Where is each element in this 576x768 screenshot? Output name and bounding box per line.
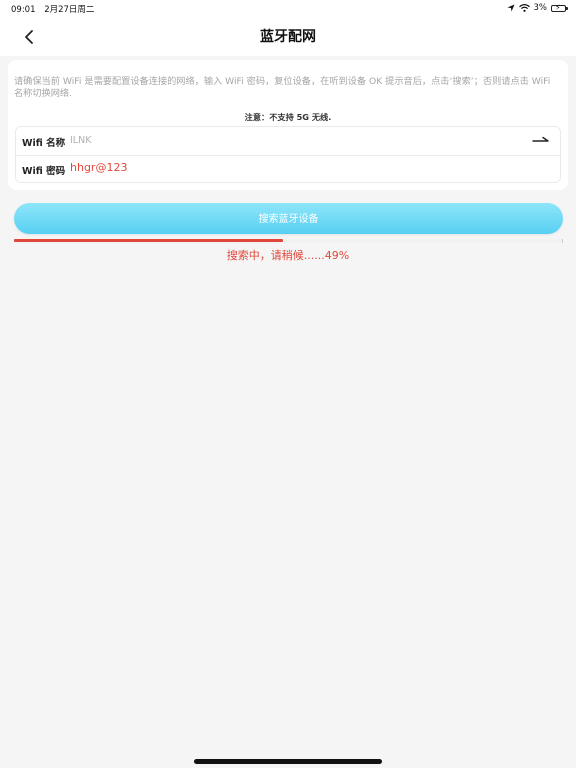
arrow-right-icon[interactable] xyxy=(532,135,550,147)
status-date: 2月27日周二 xyxy=(44,5,95,15)
notice-text: 注意：不支持 5G 无线. xyxy=(244,112,332,122)
wifi-fields: Wifi 名称 ILNK Wifi 密码 hhgr@123 xyxy=(15,126,561,183)
status-bar: 09:01 2月27日周二 3% ⚡ xyxy=(0,0,576,16)
wifi-password-input[interactable]: hhgr@123 xyxy=(70,161,127,174)
wifi-name-value[interactable]: ILNK xyxy=(70,135,91,146)
home-indicator[interactable] xyxy=(194,759,382,764)
search-bluetooth-button[interactable]: 搜索蓝牙设备 xyxy=(14,203,563,234)
wifi-password-row: Wifi 密码 hhgr@123 xyxy=(16,155,560,183)
location-icon xyxy=(507,4,514,12)
search-progress-bar xyxy=(14,239,563,243)
wifi-name-label: Wifi 名称 xyxy=(22,138,66,149)
wifi-password-label: Wifi 密码 xyxy=(22,166,66,177)
battery-icon: ⚡ xyxy=(551,3,568,12)
wifi-icon xyxy=(518,4,530,12)
search-progress-fill xyxy=(14,239,283,242)
instruction-text: 请确保当前 WiFi 是需要配置设备连接的网络，输入 WiFi 密码，复位设备，… xyxy=(14,76,551,99)
page-title: 蓝牙配网 xyxy=(260,29,316,45)
wifi-config-card: 请确保当前 WiFi 是需要配置设备连接的网络，输入 WiFi 密码，复位设备，… xyxy=(8,60,568,190)
status-time: 09:01 xyxy=(11,5,36,15)
nav-bar: 蓝牙配网 xyxy=(0,16,576,56)
search-progress-text: 搜索中，请稍候......49% xyxy=(226,249,350,262)
battery-percent: 3% xyxy=(533,3,548,13)
wifi-name-row[interactable]: Wifi 名称 ILNK xyxy=(16,127,560,156)
